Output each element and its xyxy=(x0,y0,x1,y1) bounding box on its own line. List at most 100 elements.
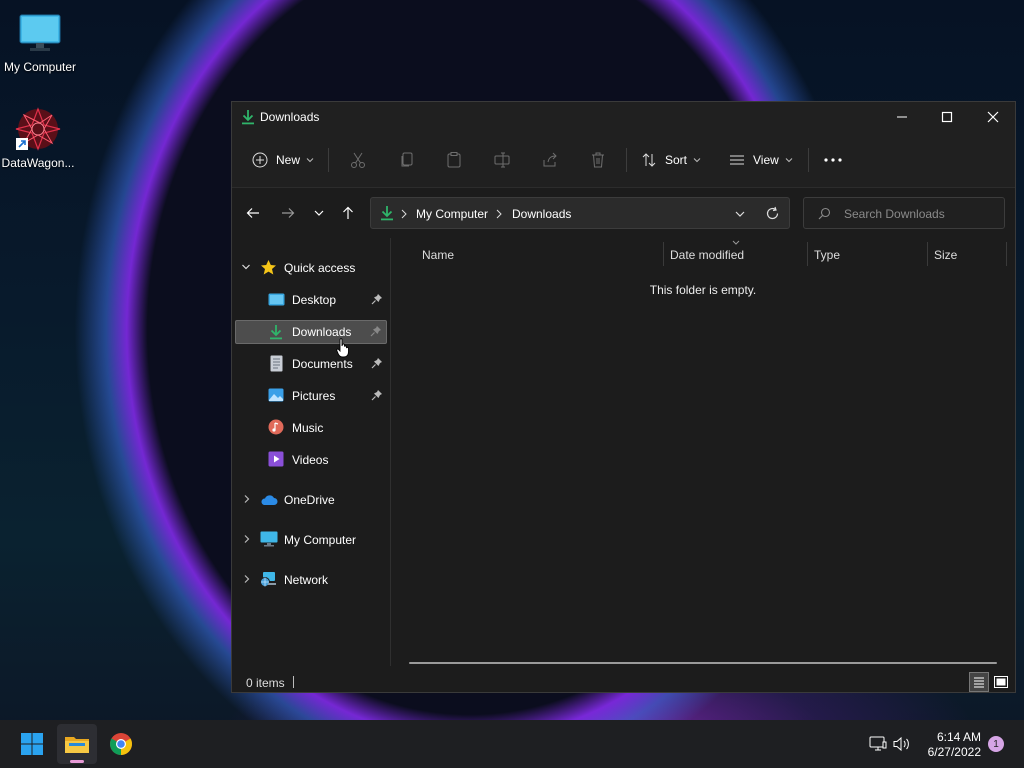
start-button[interactable] xyxy=(12,724,52,764)
breadcrumb-my-computer[interactable]: My Computer xyxy=(416,207,488,221)
back-button[interactable] xyxy=(240,200,266,226)
nav-item-onedrive[interactable]: OneDrive xyxy=(235,488,387,512)
column-header-type[interactable]: Type xyxy=(814,248,840,262)
notification-badge[interactable]: 1 xyxy=(988,736,1004,752)
status-divider xyxy=(293,676,294,688)
view-label: View xyxy=(753,153,779,167)
file-explorer-window: Downloads New Sort View My Computer Down… xyxy=(231,101,1016,693)
toolbar-divider xyxy=(626,148,627,172)
desktop-icon-datawagon[interactable]: DataWagon... xyxy=(0,106,78,170)
breadcrumb-downloads[interactable]: Downloads xyxy=(512,207,571,221)
desktop-folder-icon xyxy=(268,293,285,306)
cut-button[interactable] xyxy=(349,144,367,176)
network-icon xyxy=(260,571,278,587)
star-icon xyxy=(260,259,277,276)
sort-arrows-icon xyxy=(642,153,656,167)
nav-item-desktop[interactable]: Desktop xyxy=(235,288,387,312)
column-header-size[interactable]: Size xyxy=(934,248,957,262)
pin-icon xyxy=(371,357,383,369)
chevron-down-icon xyxy=(306,158,314,163)
chevron-down-icon xyxy=(314,210,324,216)
sort-button[interactable]: Sort xyxy=(641,144,701,176)
taskbar-file-explorer[interactable] xyxy=(57,724,97,764)
column-divider[interactable] xyxy=(1006,242,1007,266)
volume-icon[interactable] xyxy=(893,736,911,752)
system-clock[interactable]: 6:14 AM 6/27/2022 xyxy=(928,730,981,760)
view-button[interactable]: View xyxy=(729,144,793,176)
nav-item-pictures[interactable]: Pictures xyxy=(235,384,387,408)
chevron-right-icon[interactable] xyxy=(242,574,252,584)
status-bar: 0 items xyxy=(232,666,1015,692)
window-title: Downloads xyxy=(260,110,320,124)
desktop-icon-my-computer[interactable]: My Computer xyxy=(0,10,80,74)
new-label: New xyxy=(276,153,301,167)
nav-item-videos[interactable]: Videos xyxy=(235,448,387,472)
nav-item-label: Music xyxy=(292,421,324,435)
monitor-icon xyxy=(260,531,278,547)
horizontal-scrollbar[interactable] xyxy=(409,662,997,664)
chevron-down-icon xyxy=(785,158,793,163)
up-button[interactable] xyxy=(335,200,361,226)
see-more-button[interactable] xyxy=(823,144,843,176)
desktop-icon-label: My Computer xyxy=(3,60,77,74)
taskbar: 6:14 AM 6/27/2022 xyxy=(0,720,1024,768)
more-dots-icon xyxy=(824,158,842,162)
chevron-right-icon xyxy=(400,209,408,219)
details-view-icon xyxy=(974,677,984,688)
maximize-button[interactable] xyxy=(924,102,970,132)
network-status-icon[interactable] xyxy=(869,736,887,752)
pin-icon xyxy=(370,325,382,337)
nav-item-documents[interactable]: Documents xyxy=(235,352,387,376)
new-button[interactable]: New xyxy=(252,144,314,176)
nav-quick-access-label: Quick access xyxy=(284,261,356,275)
rename-button[interactable] xyxy=(493,144,511,176)
windows-logo-icon xyxy=(21,733,43,755)
column-header-name[interactable]: Name xyxy=(422,248,454,262)
refresh-button[interactable] xyxy=(765,206,780,221)
arrow-right-icon xyxy=(282,208,295,218)
navigation-bar: My Computer Downloads Search Downloads xyxy=(232,188,1015,238)
clipboard-icon xyxy=(447,152,461,168)
chevron-right-icon[interactable] xyxy=(242,534,252,544)
clock-time: 6:14 AM xyxy=(936,730,981,744)
column-header-date-modified[interactable]: Date modified xyxy=(670,248,744,262)
nav-item-downloads[interactable]: Downloads xyxy=(235,320,387,344)
chevron-down-icon[interactable] xyxy=(241,262,251,272)
column-divider[interactable] xyxy=(927,242,928,266)
minimize-icon xyxy=(897,116,907,118)
taskbar-chrome[interactable] xyxy=(101,724,141,764)
nav-item-label: Pictures xyxy=(292,389,336,403)
tiles-view-button[interactable] xyxy=(991,672,1011,692)
sort-label: Sort xyxy=(665,153,688,167)
copy-button[interactable] xyxy=(398,144,416,176)
nav-item-label: Documents xyxy=(292,357,353,371)
recent-locations-button[interactable] xyxy=(306,200,332,226)
chevron-right-icon[interactable] xyxy=(242,494,252,504)
nav-item-music[interactable]: Music xyxy=(235,416,387,440)
download-icon xyxy=(380,205,394,221)
address-history-button[interactable] xyxy=(734,208,746,220)
close-button[interactable] xyxy=(970,102,1016,132)
toolbar-divider xyxy=(328,148,329,172)
nav-item-label: Network xyxy=(284,573,329,587)
share-button[interactable] xyxy=(541,144,559,176)
cloud-icon xyxy=(260,494,278,506)
details-view-button[interactable] xyxy=(969,672,989,692)
column-divider[interactable] xyxy=(663,242,664,266)
forward-button[interactable] xyxy=(275,200,301,226)
search-box[interactable]: Search Downloads xyxy=(803,197,1005,229)
nav-item-my-computer[interactable]: My Computer xyxy=(235,528,387,552)
nav-quick-access[interactable]: Quick access xyxy=(235,256,387,280)
title-bar[interactable]: Downloads xyxy=(232,102,1015,132)
minimize-button[interactable] xyxy=(879,102,925,132)
video-icon xyxy=(268,451,284,467)
column-divider[interactable] xyxy=(807,242,808,266)
chevron-right-icon xyxy=(495,209,503,219)
delete-button[interactable] xyxy=(589,144,607,176)
document-icon xyxy=(270,355,283,372)
scissors-icon xyxy=(351,152,365,168)
address-bar[interactable]: My Computer Downloads xyxy=(370,197,790,229)
nav-item-label: Desktop xyxy=(292,293,337,307)
paste-button[interactable] xyxy=(445,144,463,176)
nav-item-network[interactable]: Network xyxy=(235,568,387,592)
